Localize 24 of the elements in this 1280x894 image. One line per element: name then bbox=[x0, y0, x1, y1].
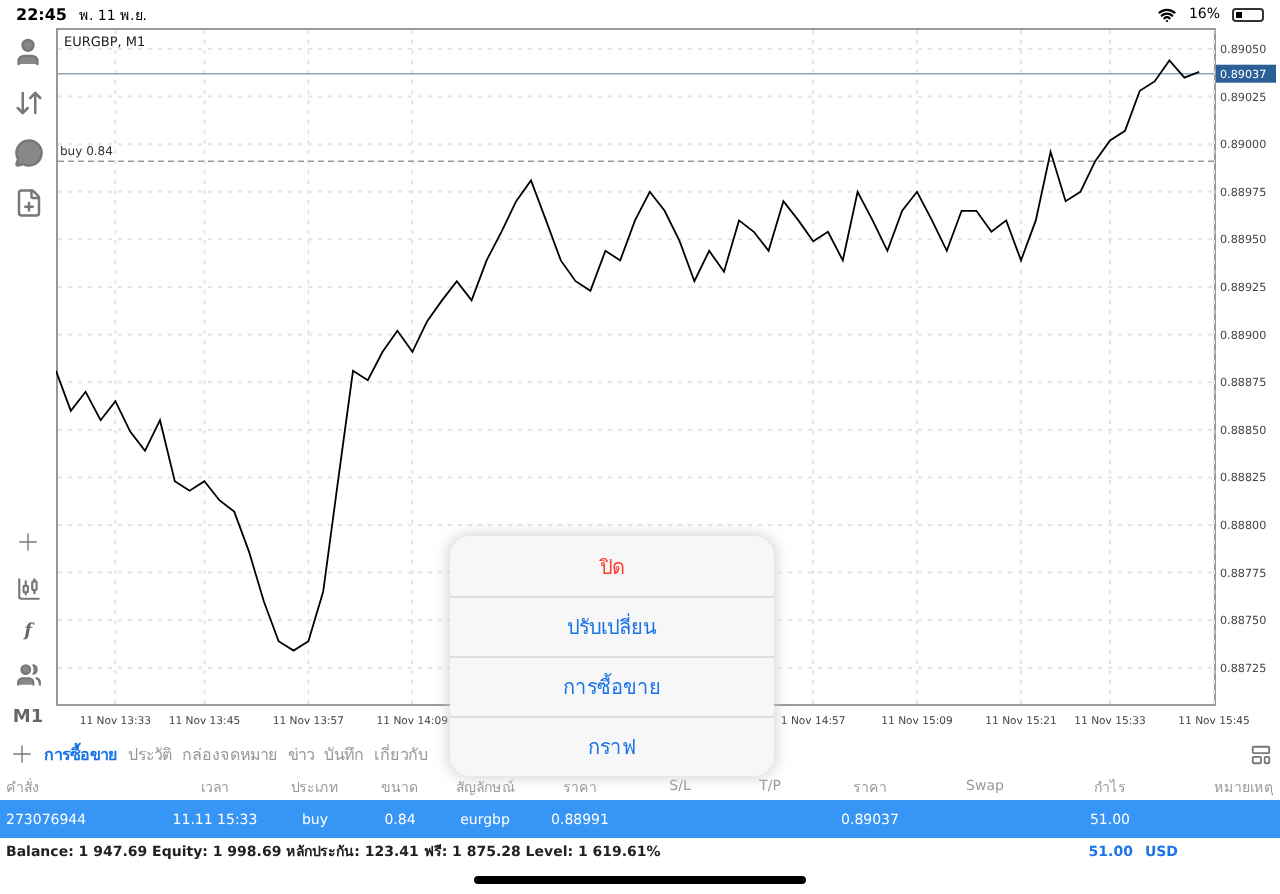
menu-item[interactable]: ปิด bbox=[450, 536, 774, 596]
tab[interactable]: บันทึก bbox=[322, 741, 366, 767]
people-icon[interactable] bbox=[15, 662, 41, 688]
clock: 22:45 bbox=[16, 5, 67, 23]
person-icon[interactable] bbox=[12, 36, 44, 68]
battery-icon bbox=[1232, 7, 1264, 21]
tab[interactable]: กล่องจดหมาย bbox=[180, 741, 280, 767]
candlestick-icon[interactable] bbox=[15, 576, 41, 602]
chat-bubble-icon[interactable] bbox=[13, 138, 43, 168]
function-button[interactable]: f bbox=[24, 622, 32, 642]
add-document-icon[interactable] bbox=[13, 188, 43, 218]
tab[interactable]: ประวัติ bbox=[126, 741, 174, 767]
timeframe-button[interactable]: M1 bbox=[12, 708, 44, 728]
up-down-arrows-icon[interactable] bbox=[13, 88, 43, 118]
menu-item[interactable]: กราฟ bbox=[450, 716, 774, 776]
wifi-icon bbox=[1158, 5, 1177, 23]
add-icon[interactable] bbox=[8, 740, 36, 768]
menu-item[interactable]: ปรับเปลี่ยน bbox=[450, 596, 774, 656]
tab[interactable]: ข่าว bbox=[286, 741, 316, 767]
layout-icon[interactable] bbox=[1250, 743, 1272, 765]
menu-item[interactable]: การซื้อขาย bbox=[450, 656, 774, 716]
crosshair-icon[interactable] bbox=[14, 528, 42, 556]
tab[interactable]: เกี่ยวกับ bbox=[372, 741, 430, 767]
tab[interactable]: การซื้อขาย bbox=[42, 741, 120, 767]
